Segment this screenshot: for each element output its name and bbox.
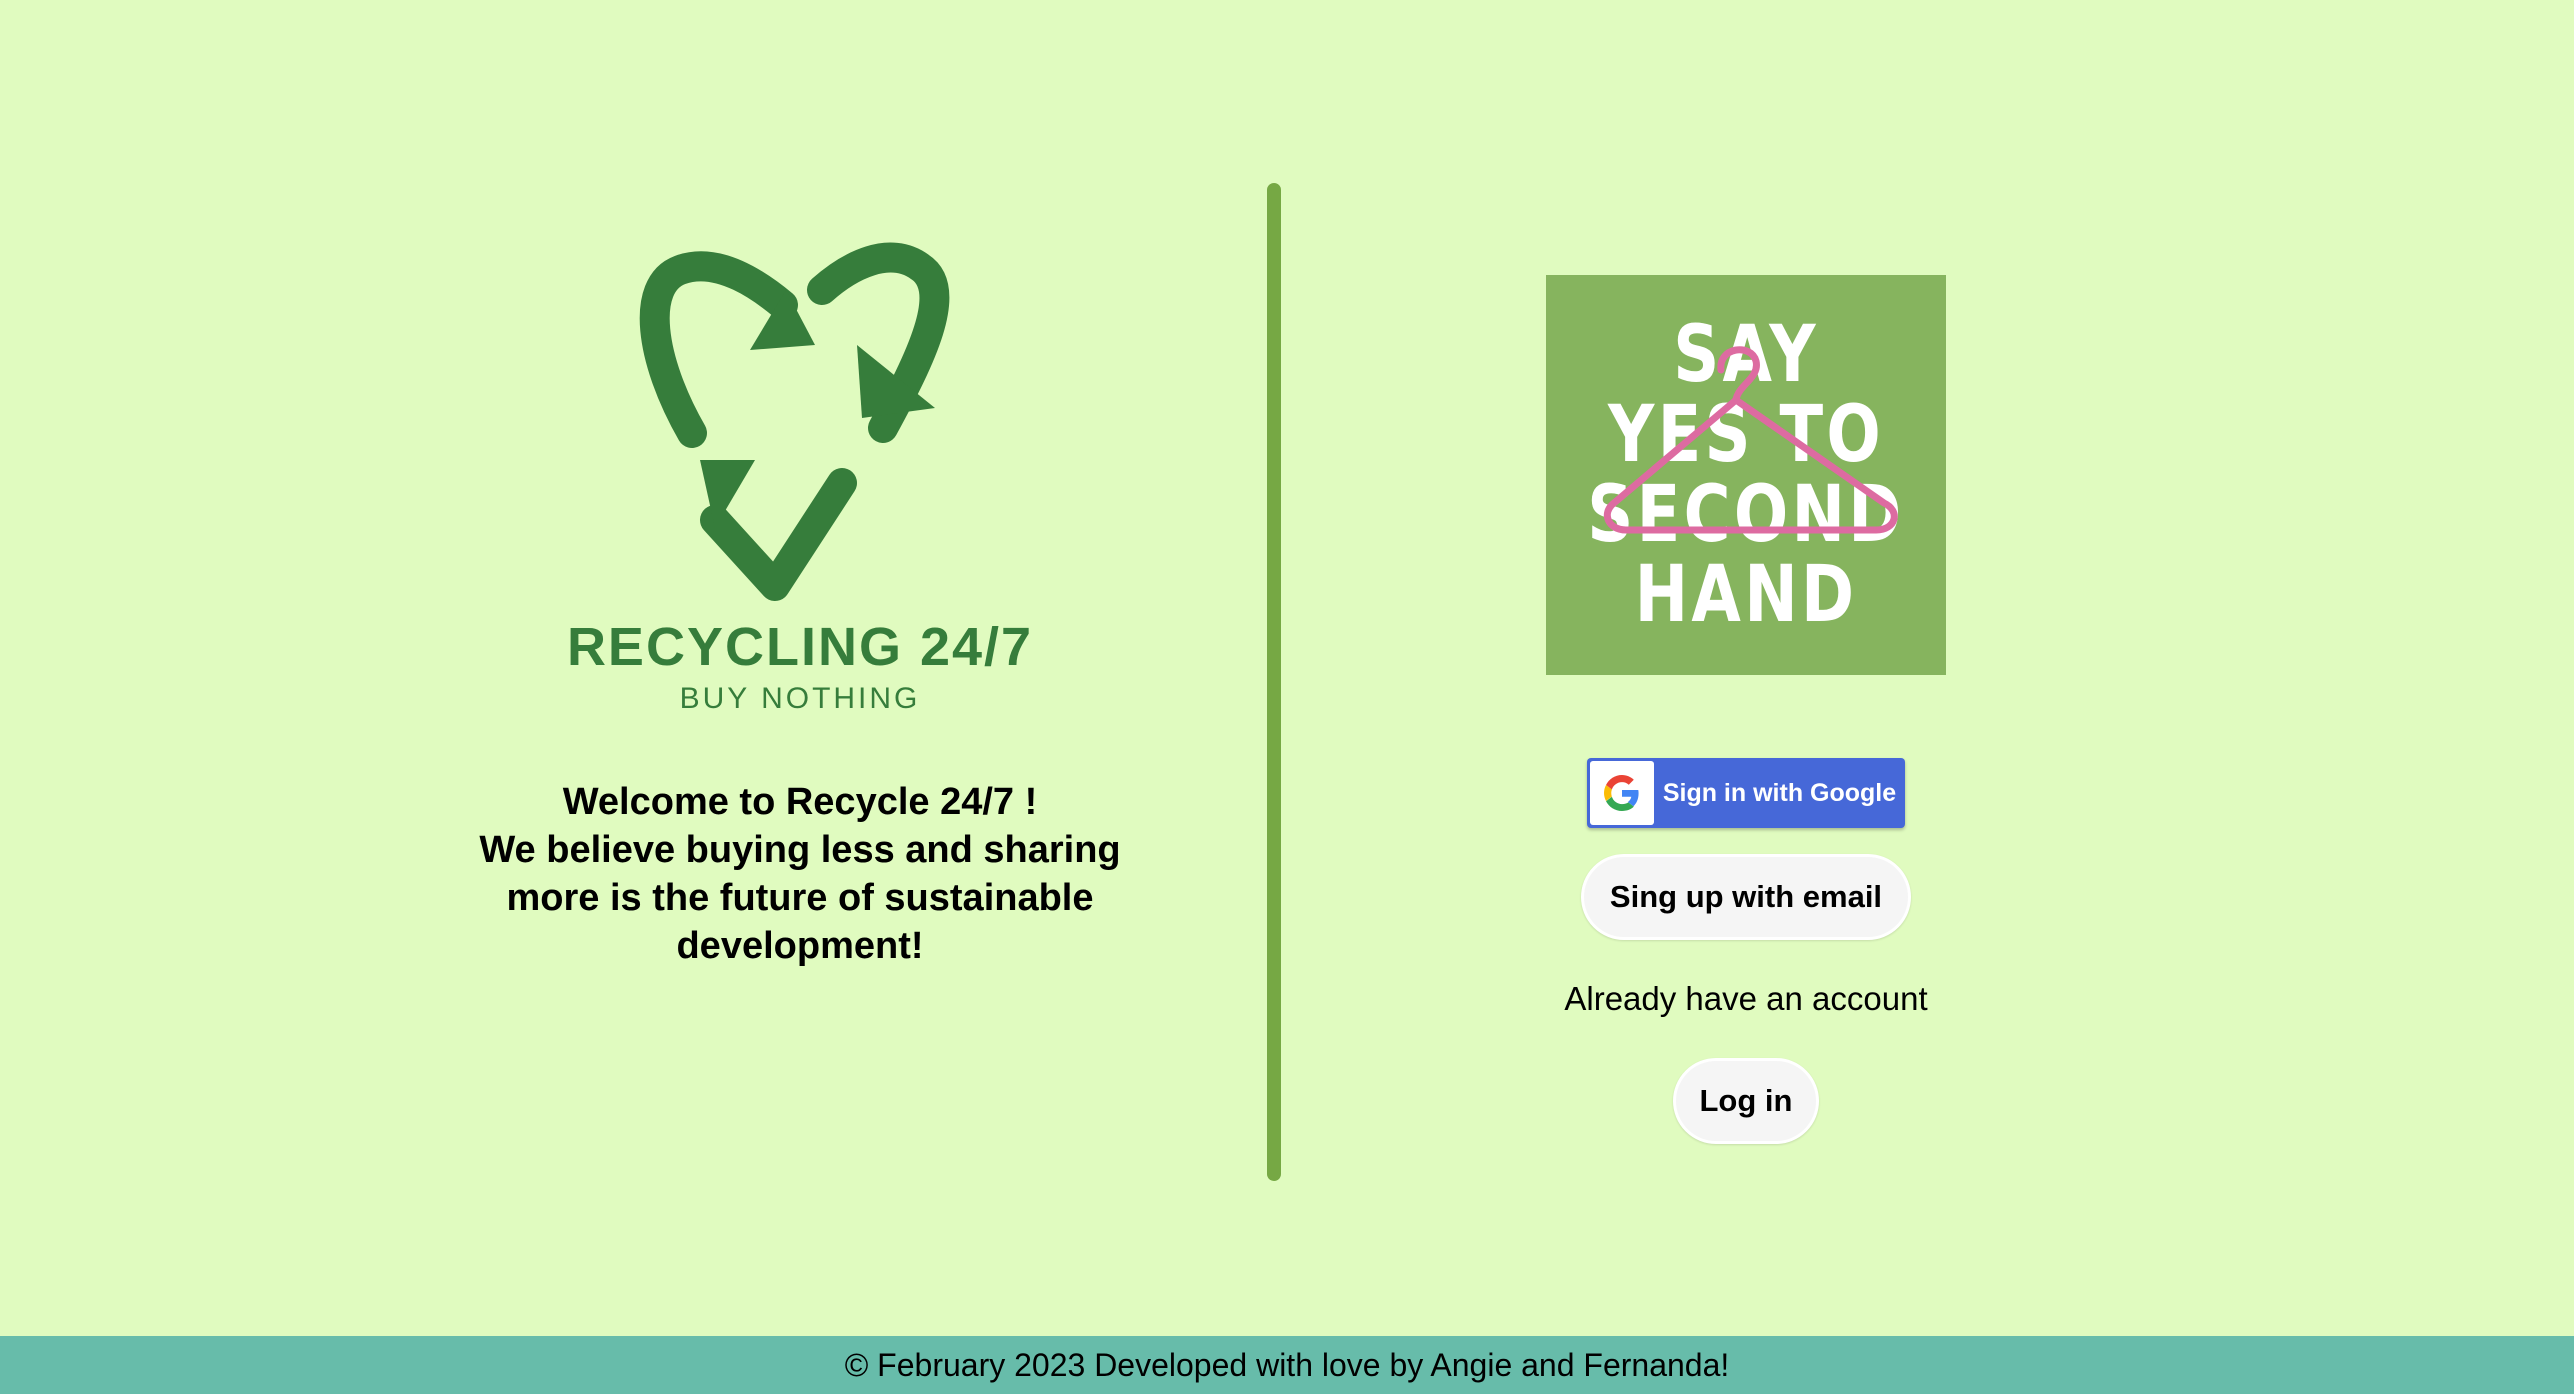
recycle-arrows-icon (600, 230, 1000, 610)
footer: © February 2023 Developed with love by A… (0, 1336, 2574, 1394)
welcome-line-1: Welcome to Recycle 24/7 ! (562, 781, 1038, 823)
brand-title: RECYCLING 24/7 (566, 617, 1034, 677)
vertical-divider (1267, 183, 1281, 1181)
clothes-hanger-icon (1603, 346, 1898, 534)
footer-text: © February 2023 Developed with love by A… (844, 1347, 1730, 1383)
already-account-text: Already have an account (1564, 980, 1928, 1017)
login-button[interactable]: Log in (1672, 1058, 1820, 1144)
brand-subtitle: BUY NOTHING (679, 682, 921, 715)
auth-section: SAY YES TO SECOND HAND Sign in with Goog… (1446, 275, 2046, 1144)
welcome-message: Welcome to Recycle 24/7 ! We believe buy… (400, 778, 1200, 970)
landing-page: RECYCLING 24/7 BUY NOTHING Welcome to Re… (0, 0, 2574, 1394)
google-logo-icon (1590, 761, 1654, 825)
signup-email-button[interactable]: Sing up with email (1580, 854, 1912, 940)
second-hand-poster: SAY YES TO SECOND HAND (1546, 275, 1946, 675)
intro-section: RECYCLING 24/7 BUY NOTHING Welcome to Re… (400, 230, 1200, 970)
google-signin-label: Sign in with Google (1662, 778, 1897, 807)
welcome-line-2: We believe buying less and sharing more … (479, 829, 1121, 967)
google-signin-button[interactable]: Sign in with Google (1587, 758, 1905, 828)
